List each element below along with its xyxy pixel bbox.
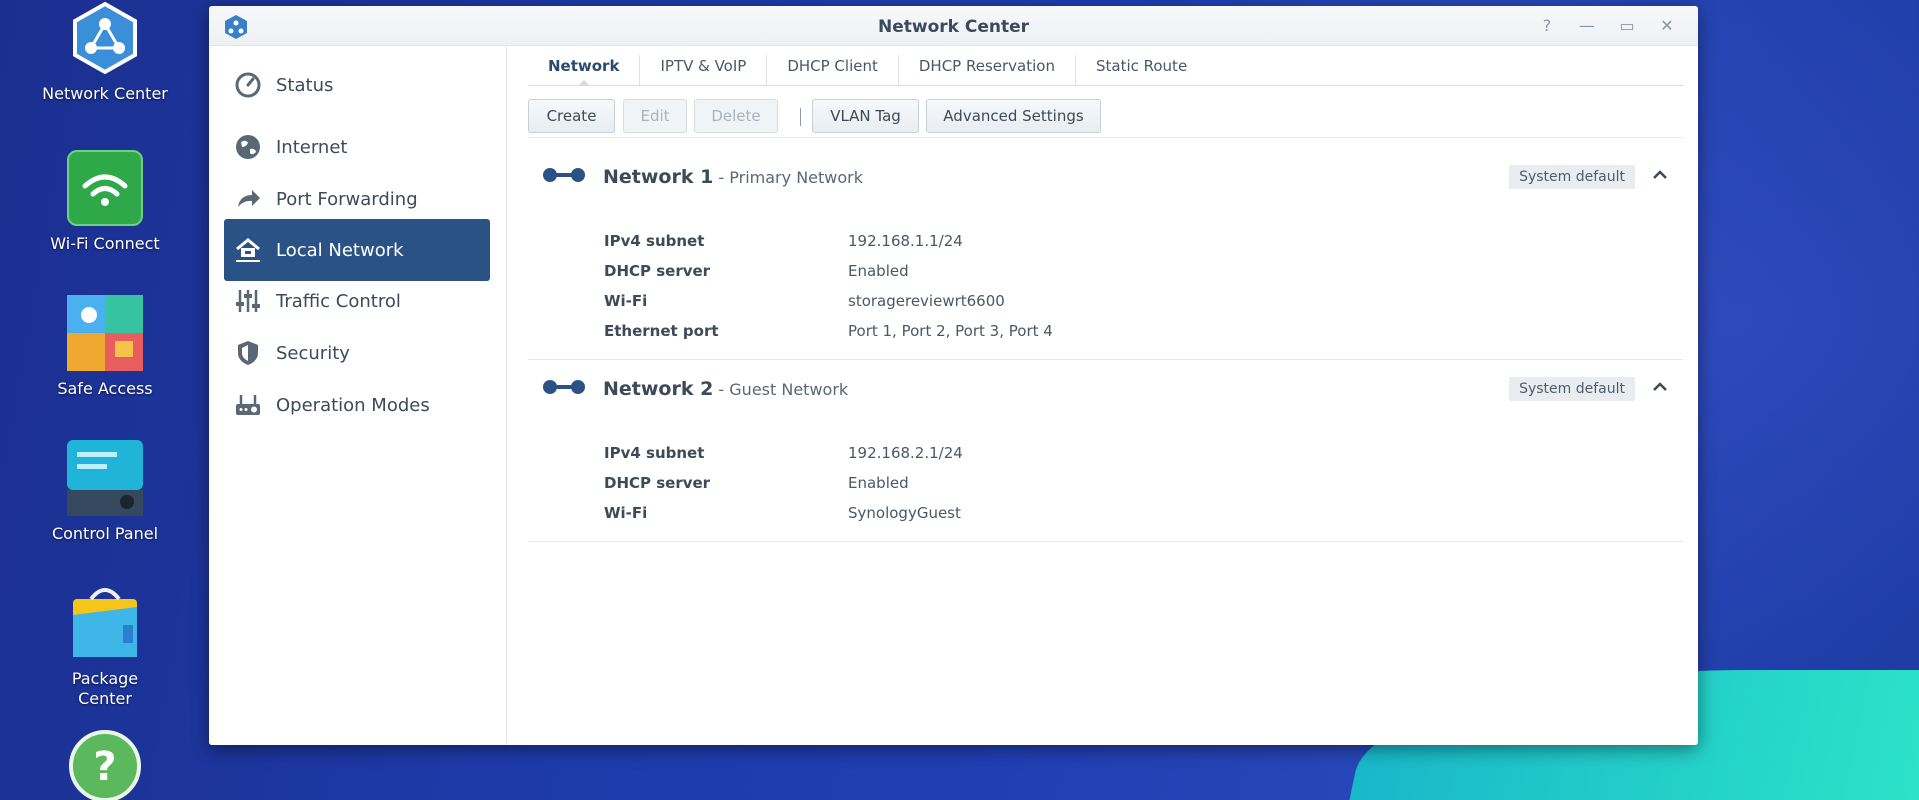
sidebar-item-status[interactable]: Status	[224, 54, 490, 116]
home-network-icon	[234, 236, 262, 264]
sliders-icon	[234, 287, 262, 315]
sidebar-item-label: Internet	[276, 136, 348, 158]
network-center-icon	[67, 0, 143, 76]
network-title: Network 2 - Guest Network	[603, 378, 848, 400]
tab-iptv-voip[interactable]: IPTV & VoIP	[640, 55, 768, 85]
chevron-up-icon[interactable]	[1649, 164, 1671, 186]
help-button[interactable]: ?	[1536, 15, 1558, 37]
vlan-tag-button[interactable]: VLAN Tag	[812, 99, 919, 133]
detail-key: Wi-Fi	[604, 292, 648, 310]
network-subtitle: - Guest Network	[713, 380, 849, 399]
detail-value: SynologyGuest	[848, 504, 961, 522]
forward-arrow-icon	[234, 185, 262, 213]
tab-dhcp-reservation[interactable]: DHCP Reservation	[899, 55, 1076, 85]
window-title: Network Center	[877, 17, 1030, 37]
sidebar-item-label: Local Network	[276, 239, 404, 261]
control-panel-icon	[67, 440, 143, 516]
desktop-icons: Network Center Wi-Fi Connect Safe Access	[0, 0, 210, 800]
detail-value: 192.168.1.1/24	[848, 232, 963, 250]
sidebar-item-label: Port Forwarding	[276, 188, 418, 210]
tab-network[interactable]: Network	[528, 55, 641, 86]
network-card-header[interactable]: Network 1 - Primary Network System defau…	[528, 150, 1683, 202]
desktop-icon-label: Wi-Fi Connect	[50, 234, 160, 253]
detail-key: IPv4 subnet	[604, 232, 705, 250]
detail-key: Wi-Fi	[604, 504, 648, 522]
desktop-icon-package-center[interactable]: Package Center	[20, 585, 190, 709]
svg-text:?: ?	[93, 744, 116, 790]
sidebar-item-label: Security	[276, 342, 350, 364]
desktop-icon-help[interactable]: ?	[20, 728, 190, 800]
create-button[interactable]: Create	[528, 99, 615, 133]
detail-value: storagereviewrt6600	[848, 292, 1005, 310]
desktop-icon-label: Network Center	[42, 84, 168, 103]
network-center-window: Network Center ? — ▭ ✕ Status Internet P…	[209, 6, 1698, 745]
close-button[interactable]: ✕	[1656, 15, 1678, 37]
edit-button[interactable]: Edit	[623, 99, 687, 133]
detail-key: DHCP server	[604, 262, 711, 280]
network-card: Network 1 - Primary Network System defau…	[528, 150, 1683, 360]
sidebar: Status Internet Port Forwarding Local Ne…	[209, 46, 507, 745]
network-card: Network 2 - Guest Network System default…	[528, 362, 1683, 542]
wifi-icon	[67, 150, 143, 226]
sidebar-item-label: Traffic Control	[276, 290, 401, 312]
toolbar: Create Edit Delete VLAN Tag Advanced Set…	[528, 96, 1683, 138]
tab-dhcp-client[interactable]: DHCP Client	[767, 55, 899, 85]
detail-value: 192.168.2.1/24	[848, 444, 963, 462]
network-name: Network 1	[603, 166, 714, 188]
network-card-header[interactable]: Network 2 - Guest Network System default	[528, 362, 1683, 414]
sidebar-item-label: Operation Modes	[276, 394, 430, 416]
detail-value: Enabled	[848, 474, 909, 492]
maximize-button[interactable]: ▭	[1616, 15, 1638, 37]
minimize-button[interactable]: —	[1576, 15, 1598, 37]
desktop-icon-wifi-connect[interactable]: Wi-Fi Connect	[20, 150, 190, 254]
desktop-icon-label: Package Center	[71, 669, 139, 708]
status-badge: System default	[1509, 165, 1635, 189]
chevron-up-icon[interactable]	[1649, 376, 1671, 398]
gauge-icon	[234, 71, 262, 99]
status-badge: System default	[1509, 377, 1635, 401]
network-title: Network 1 - Primary Network	[603, 166, 863, 188]
globe-icon	[234, 133, 262, 161]
window-titlebar[interactable]: Network Center ? — ▭ ✕	[209, 6, 1698, 46]
detail-key: Ethernet port	[604, 322, 719, 340]
network-connection-icon	[542, 164, 586, 186]
desktop-icon-network-center[interactable]: Network Center	[20, 0, 190, 104]
delete-button[interactable]: Delete	[694, 99, 778, 133]
advanced-settings-button[interactable]: Advanced Settings	[926, 99, 1101, 133]
desktop-icon-safe-access[interactable]: Safe Access	[20, 295, 190, 399]
sidebar-item-label: Status	[276, 74, 334, 96]
desktop-icon-label: Safe Access	[57, 379, 153, 398]
desktop-icon-label: Control Panel	[51, 524, 159, 543]
detail-key: DHCP server	[604, 474, 711, 492]
desktop-icon-control-panel[interactable]: Control Panel	[20, 440, 190, 544]
tab-bar: Network IPTV & VoIP DHCP Client DHCP Res…	[528, 46, 1683, 86]
shield-icon	[234, 339, 262, 367]
sidebar-item-operation-modes[interactable]: Operation Modes	[224, 374, 490, 436]
tab-static-route[interactable]: Static Route	[1076, 55, 1207, 85]
package-center-icon	[67, 585, 143, 661]
network-connection-icon	[542, 376, 586, 398]
network-subtitle: - Primary Network	[713, 168, 863, 187]
detail-value: Enabled	[848, 262, 909, 280]
router-icon	[234, 391, 262, 419]
detail-value: Port 1, Port 2, Port 3, Port 4	[848, 322, 1053, 340]
safe-access-icon	[67, 295, 143, 371]
detail-key: IPv4 subnet	[604, 444, 705, 462]
help-icon: ?	[67, 728, 143, 800]
main-panel: Network IPTV & VoIP DHCP Client DHCP Res…	[508, 46, 1698, 745]
toolbar-separator	[800, 108, 801, 126]
network-name: Network 2	[603, 378, 714, 400]
